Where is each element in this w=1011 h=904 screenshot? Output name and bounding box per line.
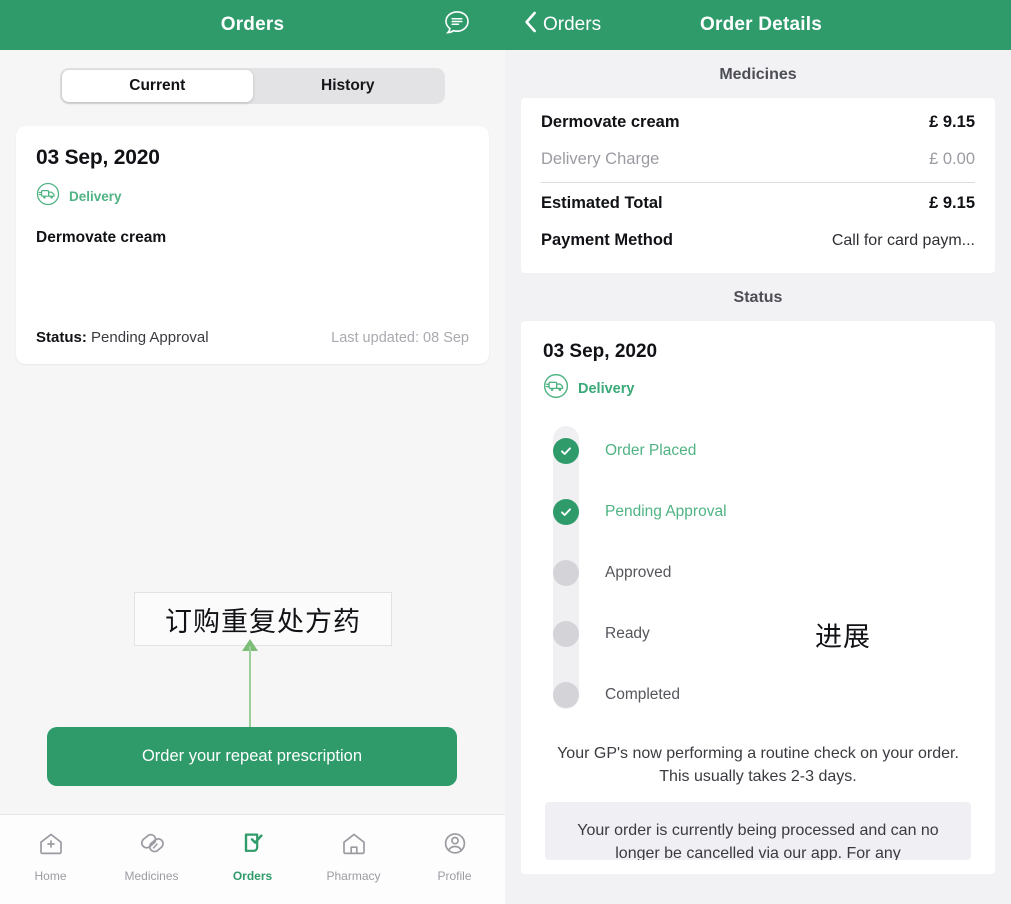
payment-method-value: Call for card paym... (831, 232, 975, 249)
person-circle-icon (440, 829, 470, 862)
medicine-name: Dermovate cream (541, 113, 680, 131)
medicines-section-title: Medicines (719, 66, 797, 83)
tab-history[interactable]: History (253, 70, 444, 102)
order-card[interactable]: 03 Sep, 2020 Delivery Dermovate cream St… (16, 126, 489, 364)
timeline-step-label: Ready (605, 624, 650, 642)
timeline-step-label: Order Placed (605, 441, 697, 459)
pills-icon (137, 829, 167, 862)
annotation-progress: 进展 (815, 622, 871, 652)
page-title: Orders (220, 14, 285, 35)
check-circle-icon (553, 498, 579, 525)
order-delivery-method: Delivery (36, 182, 469, 211)
segmented-control[interactable]: Current History (60, 68, 445, 104)
pharmacy-store-icon (339, 829, 369, 862)
timeline-step-pending-approval: Pending Approval (543, 481, 973, 542)
order-date: 03 Sep, 2020 (36, 146, 160, 169)
delivery-truck-icon (36, 182, 60, 211)
cta-label: Order your repeat prescription (141, 747, 363, 765)
estimated-total-label: Estimated Total (541, 194, 663, 212)
bottom-tab-bar: Home Medicines Orders Pharmacy Profile (0, 814, 505, 904)
pending-circle-icon (553, 620, 579, 647)
order-medicine-name: Dermovate cream (36, 229, 167, 246)
order-card-footer: Status: Pending Approval Last updated: 0… (36, 329, 469, 346)
tab-orders[interactable]: Orders (202, 829, 303, 883)
status-date: 03 Sep, 2020 (543, 341, 658, 362)
status-card: 03 Sep, 2020 Delivery Order Placed Pendi… (521, 321, 995, 875)
order-repeat-prescription-button[interactable]: Order your repeat prescription (47, 727, 457, 786)
back-button-label: Orders (543, 14, 602, 35)
home-plus-icon (36, 829, 66, 862)
tab-pharmacy-label: Pharmacy (326, 869, 381, 883)
estimated-total-value: £ 9.15 (929, 194, 975, 212)
orders-list-panel: Orders Current History 03 Sep, 2020 Deli… (0, 0, 505, 904)
timeline-step-ready: Ready (543, 603, 973, 664)
tab-medicines-label: Medicines (124, 869, 179, 883)
annotation-order-repeat: 订购重复处方药 (134, 592, 392, 646)
delivery-charge-value: £ 0.00 (929, 150, 975, 168)
timeline-step-order-placed: Order Placed (543, 420, 973, 481)
order-status-timeline: Order Placed Pending Approval Approved R… (543, 420, 973, 725)
details-navbar: Orders Order Details (505, 0, 1011, 50)
tab-medicines[interactable]: Medicines (101, 829, 202, 883)
gp-check-note: Your GP's now performing a routine check… (557, 745, 959, 785)
tab-home[interactable]: Home (0, 829, 101, 883)
tab-pharmacy[interactable]: Pharmacy (303, 829, 404, 883)
total-row: Estimated Total £ 9.15 (541, 185, 975, 222)
tab-profile-label: Profile (437, 869, 472, 883)
annotation-text: 订购重复处方药 (165, 606, 361, 637)
delivery-charge-label: Delivery Charge (541, 150, 660, 168)
orders-filter: Current History (0, 50, 505, 104)
tab-current[interactable]: Current (62, 70, 253, 102)
order-details-panel: Orders Order Details Medicines Dermovate… (505, 0, 1011, 904)
timeline-step-label: Approved (605, 563, 672, 581)
price-row: Delivery Charge £ 0.00 (541, 141, 975, 178)
status-delivery-method: Delivery (543, 373, 973, 404)
timeline-step-label: Completed (605, 685, 680, 703)
tab-profile[interactable]: Profile (404, 829, 505, 883)
check-circle-icon (553, 437, 579, 464)
timeline-step-completed: Completed (543, 664, 973, 725)
divider (541, 182, 975, 183)
tab-home-label: Home (34, 869, 67, 883)
pending-circle-icon (553, 559, 579, 586)
timeline-step-label: Pending Approval (605, 502, 727, 520)
timeline-step-approved: Approved (543, 542, 973, 603)
order-status: Status: Pending Approval (36, 329, 209, 346)
medicine-price: £ 9.15 (929, 113, 975, 131)
clipboard-check-icon (238, 829, 268, 862)
order-last-updated: Last updated: 08 Sep (331, 330, 469, 346)
status-delivery-label: Delivery (578, 380, 635, 397)
orders-navbar: Orders (0, 0, 505, 50)
payment-row: Payment Method Call for card paym... (541, 222, 975, 259)
delivery-label: Delivery (69, 189, 122, 204)
order-status-value: Pending Approval (91, 329, 209, 346)
delivery-truck-icon (543, 373, 569, 404)
medicines-card: Dermovate cream £ 9.15 Delivery Charge £… (521, 98, 995, 273)
back-button[interactable]: Orders (523, 10, 601, 40)
order-status-label: Status: (36, 329, 87, 346)
message-bubble-icon[interactable] (443, 9, 471, 42)
app-screen: Orders Current History 03 Sep, 2020 Deli… (0, 0, 1011, 904)
status-section-title: Status (733, 289, 783, 306)
annotation-arrow-line (249, 646, 251, 738)
tab-orders-label: Orders (232, 869, 273, 883)
cancellation-note: Your order is currently being processed … (545, 802, 971, 861)
pending-circle-icon (553, 681, 579, 708)
payment-method-label: Payment Method (541, 231, 674, 249)
chevron-left-icon (523, 10, 538, 40)
price-row: Dermovate cream £ 9.15 (541, 104, 975, 141)
